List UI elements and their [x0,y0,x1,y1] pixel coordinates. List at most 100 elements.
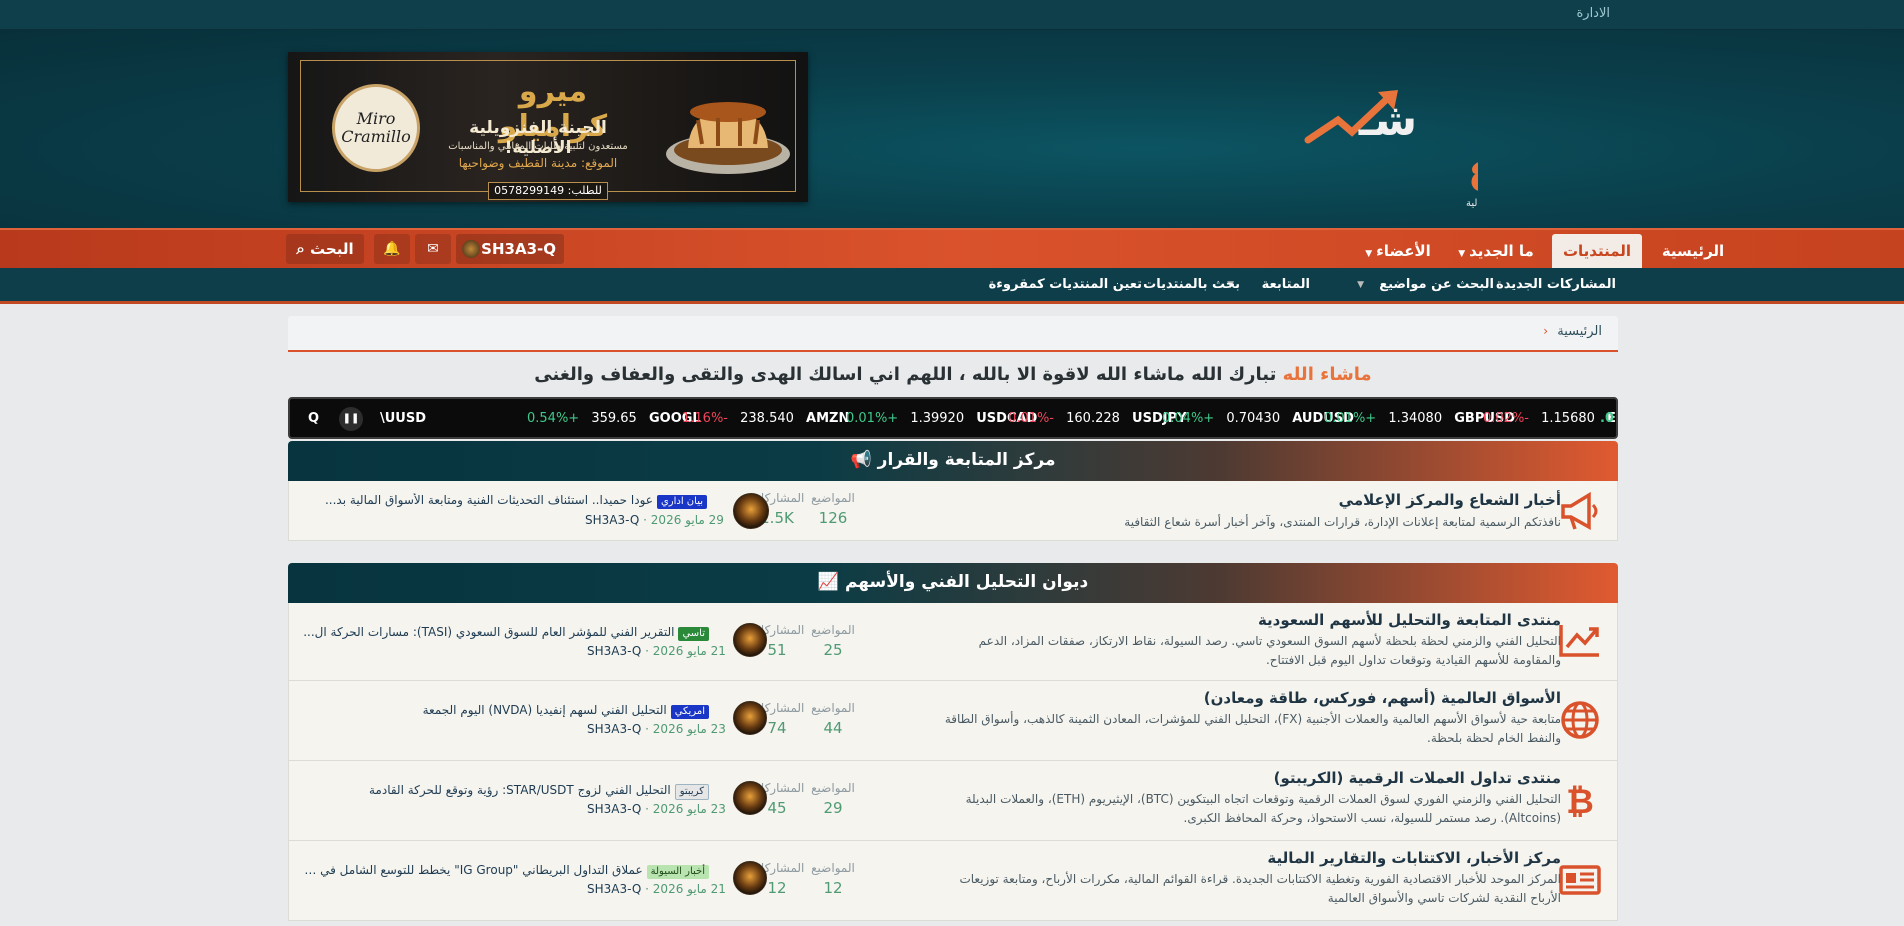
forum-title[interactable]: الأسواق العالمية (أسهم، فوركس، طاقة ومعا… [1204,689,1561,707]
subnav-new-posts[interactable]: المشاركات الجديدة [1496,277,1616,292]
threads-stat: المواضيع 12 [803,861,863,897]
latest-thread[interactable]: بيان اداريعودا حميدا.. استئناف التحديثات… [295,493,707,509]
nav-forums[interactable]: المنتديات [1552,234,1642,268]
thread-prefix-badge: تاسي [678,627,709,641]
ticker-item[interactable]: 0.54%+ 359.65 GOOGL [527,411,701,426]
avatar [462,240,480,258]
forum-title[interactable]: منتدى المتابعة والتحليل للأسهم السعودية [1258,611,1561,629]
logo-arrow-icon: شـ منصة شعاع مركز الاستشارات المالي وتحل… [1304,90,1691,209]
trend-up-icon [1559,625,1599,657]
forum-row[interactable]: الأسواق العالمية (أسهم، فوركس، طاقة ومعا… [288,681,1618,761]
newspaper-icon [1559,865,1601,895]
threads-count: 126 [818,509,848,527]
flan-dessert-image [666,102,790,174]
user-name: SH3A3-Q [481,240,556,258]
breadcrumb-home[interactable]: الرئيسية [1557,324,1602,339]
subnav-find-threads[interactable]: البحث عن مواضيع [1379,277,1494,292]
avatar[interactable] [733,623,767,657]
ticker-item[interactable]: 0.01%- 160.228 USDJPY [1008,411,1187,426]
forum-title[interactable]: أخبار الشعاع والمركز الإعلامي [1339,491,1561,509]
latest-thread[interactable]: كريبتوالتحليل الفني لزوج STAR/USDT: رؤية… [299,783,709,800]
latest-meta: 29 مايو 2026 · SH3A3-Q [585,513,724,527]
latest-date: 21 مايو 2026 [652,644,726,658]
category-header[interactable]: مركز المتابعة والقرار📢 [288,441,1618,481]
category-title: مركز المتابعة والقرار [877,450,1056,470]
ticker-edge-left: Q [308,411,320,426]
threads-label: المواضيع [811,701,855,715]
subnav-watched[interactable]: المتابعة [1262,277,1310,292]
chevron-down-icon: ▼ [1365,249,1373,259]
megaphone-icon [1561,491,1598,530]
threads-count: 25 [823,641,843,659]
bitcoin-icon: ₿ [1566,782,1594,822]
latest-date: 23 مايو 2026 [652,802,726,816]
forum-row[interactable]: أخبار الشعاع والمركز الإعلامي نافذتكم ال… [288,481,1618,541]
nav-members-label: الأعضاء [1376,242,1431,260]
latest-user[interactable]: SH3A3-Q [587,644,641,658]
category-header[interactable]: ديوان التحليل الفني والأسهم📈 [288,563,1618,603]
latest-thread[interactable]: أخبار السيولةعملاق التداول البريطاني "IG… [299,863,709,879]
category-title: ديوان التحليل الفني والأسهم [844,572,1089,592]
forum-title[interactable]: منتدى تداول العملات الرقمية (الكريبتو) [1274,769,1561,787]
market-ticker: Q ❚❚ \UUSD 0.54%+ 359.65 GOOGL 1.16%- 238.… [288,397,1618,439]
avatar[interactable] [733,493,769,529]
nav-whats-new[interactable]: ما الجديد▼ [1450,234,1542,268]
chart-icon: 📈 [817,572,839,592]
forum-description: التحليل الفني والزمني لحظة بلحظة لأسهم ا… [978,634,1561,667]
search-icon: ⌕ [296,240,305,258]
ticker-item[interactable]: 0.02%- 1.15680 EURUSD [1483,411,1616,426]
latest-user[interactable]: SH3A3-Q [587,722,641,736]
nav-members[interactable]: الأعضاء▼ [1356,234,1440,268]
threads-stat: المواضيع 25 [803,623,863,659]
pause-icon[interactable]: ❚❚ [339,407,363,431]
banner-subtitle: الجبنة الفنزويلية الأصلية! [469,118,607,158]
latest-thread-title: التحليل الفني لزوج STAR/USDT: رؤية وتوقع… [368,783,671,797]
latest-meta: 21 مايو 2026 · SH3A3-Q [587,644,726,658]
ticker-symbol: AMZN [806,411,850,426]
latest-user[interactable]: SH3A3-Q [587,882,641,896]
admin-link[interactable]: الادارة [1576,6,1610,21]
forum-title[interactable]: مركز الأخبار، الاكتتابات والتقارير المال… [1267,849,1561,867]
nav-home[interactable]: الرئيسية [1652,234,1734,268]
site-logo[interactable]: شـ منصة شعاع مركز الاستشارات المالي وتحل… [1248,40,1691,215]
ticker-price: 1.39920 [906,411,969,426]
forum-row[interactable]: مركز الأخبار، الاكتتابات والتقارير المال… [288,841,1618,921]
ticker-change: 0.02%- [1483,411,1529,426]
latest-thread[interactable]: امريكيالتحليل الفني لسهم إنفيديا (NVDA) … [299,703,709,719]
ticker-item[interactable]: \UUSD [380,411,426,426]
bell-icon[interactable]: 🔔 [374,234,410,264]
subnav-search-forums[interactable]: بحث بالمنتديات [1143,277,1240,292]
dua-text: تبارك الله ماشاء الله لاقوة الا بالله ، … [534,364,1277,385]
forum-row[interactable]: ₿ منتدى تداول العملات الرقمية (الكريبتو)… [288,761,1618,841]
forum-description: التحليل الفني والزمني الفوري لسوق العملا… [965,792,1561,825]
latest-user[interactable]: SH3A3-Q [587,802,641,816]
logo-tagline: مركز الاستشارات المالي وتحليل الأسواق ال… [1466,196,1478,209]
subnav-mark-read[interactable]: تعين المنتديات كمقروءة [989,277,1142,292]
avatar[interactable] [733,701,767,735]
envelope-icon[interactable]: ✉ [415,234,451,264]
latest-thread[interactable]: تاسيالتقرير الفني للمؤشر العام للسوق الس… [299,625,709,641]
latest-meta: 23 مايو 2026 · SH3A3-Q [587,802,726,816]
avatar[interactable] [733,861,767,895]
search-button[interactable]: البحث ⌕ [286,234,364,264]
ticker-price: 238.540 [736,411,799,426]
dua-banner: ماشاء الله تبارك الله ماشاء الله لاقوة ا… [288,364,1618,385]
ticker-change: 0.01%+ [846,411,899,426]
latest-thread-title: التقرير الفني للمؤشر العام للسوق السعودي… [303,625,675,639]
banner-phone: للطلب: 0578299149 [488,182,608,200]
svg-text:₿: ₿ [1566,782,1594,822]
avatar[interactable] [733,781,767,815]
latest-user[interactable]: SH3A3-Q [585,513,639,527]
user-menu[interactable]: SH3A3-Q [456,234,564,264]
ticker-item[interactable]: 1.16%- 238.540 AMZN [682,411,849,426]
ticker-price: 0.70430 [1222,411,1285,426]
dua-highlight: ماشاء الله [1282,364,1372,385]
nav-forums-label: المنتديات [1562,242,1632,260]
latest-thread-title: عملاق التداول البريطاني "IG Group" يخطط … [299,863,643,877]
threads-stat: المواضيع 44 [803,701,863,737]
logo-name: منصة شعاع [1468,146,1478,192]
forum-row[interactable]: منتدى المتابعة والتحليل للأسهم السعودية … [288,603,1618,681]
threads-count: 29 [823,799,843,817]
ad-banner[interactable]: Miro Cramillo ميرو كراميلو الجبنة الفنزو… [288,52,808,202]
banner-brand-seal: Miro Cramillo [332,84,420,172]
